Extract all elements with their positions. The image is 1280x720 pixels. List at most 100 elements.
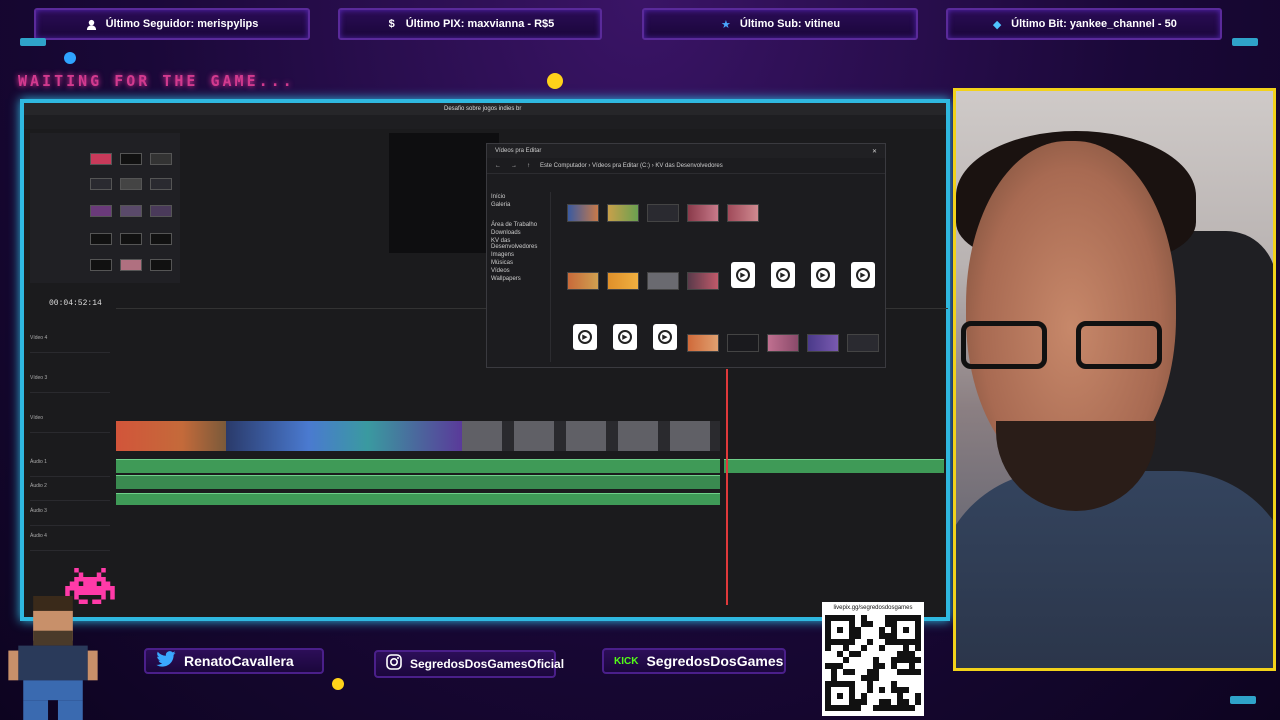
decor-dot	[64, 52, 76, 64]
file-thumb[interactable]	[727, 334, 759, 352]
nav-item[interactable]: Imagens	[491, 252, 550, 258]
nav-item[interactable]: Área de Trabalho	[491, 222, 550, 228]
video-file-icon[interactable]: ▶	[613, 324, 637, 350]
instagram-handle: SegredosDosGamesOficial	[410, 657, 565, 671]
media-thumb[interactable]	[90, 205, 112, 217]
file-thumb[interactable]	[647, 204, 679, 222]
media-thumb[interactable]	[90, 259, 112, 271]
close-icon[interactable]: ✕	[872, 148, 877, 155]
alert-last-bit: ◆ Último Bit: yankee_channel - 50	[946, 8, 1222, 40]
audio-clip[interactable]	[724, 459, 944, 473]
explorer-tab[interactable]: Vídeos pra Editar	[495, 148, 541, 154]
media-thumb[interactable]	[120, 205, 142, 217]
nav-item[interactable]: Início	[491, 194, 550, 200]
video-file-icon[interactable]: ▶	[811, 262, 835, 288]
forward-arrow-icon[interactable]: →	[511, 163, 517, 169]
social-instagram: SegredosDosGamesOficial	[374, 650, 564, 678]
video-clip[interactable]	[226, 421, 462, 451]
video-clip[interactable]	[462, 421, 720, 451]
diamond-icon: ◆	[992, 18, 1002, 31]
user-icon	[86, 18, 98, 30]
file-thumb[interactable]	[727, 204, 759, 222]
bar-cap	[1232, 38, 1258, 46]
video-file-icon[interactable]: ▶	[771, 262, 795, 288]
qr-code-icon	[825, 615, 921, 711]
media-thumb[interactable]	[150, 205, 172, 217]
audio-clip[interactable]	[116, 459, 720, 473]
file-thumb[interactable]	[647, 272, 679, 290]
qr-code-panel: livepix.gg/segredosdosgames	[822, 602, 924, 716]
up-arrow-icon[interactable]: ↑	[527, 163, 530, 169]
glasses-left	[961, 321, 1047, 369]
nav-item[interactable]: Wallpapers	[491, 276, 550, 282]
qr-url: livepix.gg/segredosdosgames	[833, 605, 913, 611]
file-thumb[interactable]	[687, 272, 719, 290]
explorer-tabs: Vídeos pra Editar ✕	[487, 144, 885, 158]
audio-clip[interactable]	[116, 475, 720, 489]
video-clip[interactable]	[116, 421, 226, 451]
social-kick: KICK SegredosDosGames	[602, 648, 786, 674]
source-viewer[interactable]	[389, 133, 499, 253]
media-thumb[interactable]	[120, 153, 142, 165]
video-file-icon[interactable]: ▶	[851, 262, 875, 288]
twitter-icon	[156, 650, 176, 672]
address-path[interactable]: Este Computador › Vídeos pra Editar (C:)…	[540, 163, 723, 169]
explorer-nav-pane: Início Galeria Área de Trabalho Download…	[491, 192, 551, 362]
video-file-icon[interactable]: ▶	[653, 324, 677, 350]
track-header[interactable]: Áudio 3	[30, 508, 110, 526]
media-pool[interactable]	[30, 133, 180, 283]
media-thumb[interactable]	[90, 178, 112, 190]
editor-menubar: Desafio sobre jogos indies br	[24, 103, 946, 115]
instagram-icon	[386, 653, 402, 675]
media-thumb[interactable]	[90, 153, 112, 165]
file-thumb[interactable]	[767, 334, 799, 352]
nav-item[interactable]: Vídeos	[491, 268, 550, 274]
media-thumb[interactable]	[120, 178, 142, 190]
alert-label: Último PIX: maxvianna - R$5	[405, 18, 555, 30]
media-thumb[interactable]	[150, 233, 172, 245]
track-header[interactable]: Áudio 2	[30, 483, 110, 501]
track-header[interactable]: Áudio 1	[30, 459, 110, 477]
audio-clip[interactable]	[116, 493, 720, 505]
video-file-icon[interactable]: ▶	[573, 324, 597, 350]
media-thumb[interactable]	[150, 178, 172, 190]
nav-item[interactable]: Galeria	[491, 202, 550, 208]
file-thumb[interactable]	[847, 334, 879, 352]
track-header[interactable]: Vídeo	[30, 415, 110, 433]
file-thumb[interactable]	[687, 204, 719, 222]
file-thumb[interactable]	[567, 272, 599, 290]
track-header[interactable]: Áudio 4	[30, 533, 110, 551]
media-thumb[interactable]	[150, 153, 172, 165]
file-explorer-window: Vídeos pra Editar ✕ ← → ↑ Este Computado…	[486, 143, 886, 368]
waiting-text: WAITING FOR THE GAME...	[18, 72, 295, 90]
explorer-address-bar[interactable]: ← → ↑ Este Computador › Vídeos pra Edita…	[487, 158, 885, 174]
kick-handle: SegredosDosGames	[646, 653, 784, 669]
bar-cap	[20, 38, 46, 46]
media-thumb[interactable]	[90, 233, 112, 245]
social-twitter: RenatoCavallera	[144, 648, 324, 674]
file-thumb[interactable]	[607, 204, 639, 222]
twitter-handle: RenatoCavallera	[184, 653, 294, 669]
back-arrow-icon[interactable]: ←	[495, 163, 501, 169]
video-file-icon[interactable]: ▶	[731, 262, 755, 288]
track-header[interactable]: Vídeo 4	[30, 335, 110, 353]
dollar-icon: $	[388, 18, 395, 30]
file-thumb[interactable]	[607, 272, 639, 290]
file-thumb[interactable]	[687, 334, 719, 352]
nav-item[interactable]: KV das Desenvolvedores	[491, 238, 550, 250]
nav-item[interactable]: Downloads	[491, 230, 550, 236]
media-thumb[interactable]	[120, 233, 142, 245]
nav-item[interactable]: Músicas	[491, 260, 550, 266]
decor-dot	[332, 678, 344, 690]
file-thumb[interactable]	[567, 204, 599, 222]
track-header[interactable]: Vídeo 3	[30, 375, 110, 393]
media-thumb[interactable]	[120, 259, 142, 271]
editor-toolbar	[24, 115, 946, 129]
alert-label: Último Sub: vitineu	[739, 18, 841, 30]
media-thumb[interactable]	[150, 259, 172, 271]
editor-window-title: Desafio sobre jogos indies br	[444, 106, 522, 112]
kick-icon: KICK	[614, 655, 639, 667]
playhead[interactable]	[726, 369, 728, 605]
stream-overlay: Último Seguidor: merispylips $ Último PI…	[0, 0, 1280, 720]
file-thumb[interactable]	[807, 334, 839, 352]
